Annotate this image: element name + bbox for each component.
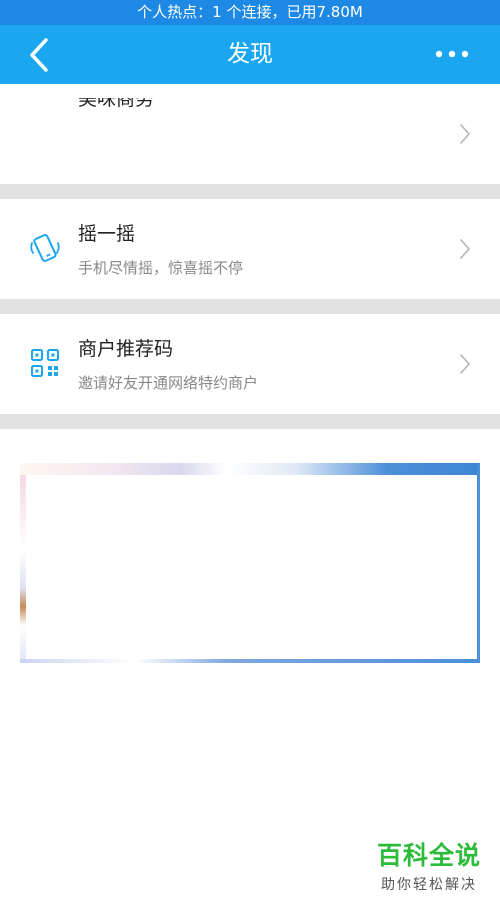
section-divider <box>0 184 500 199</box>
watermark-title: 百科全说 <box>376 841 481 870</box>
status-bar-text: 个人热点：1 个连接，已用7.80M <box>137 3 363 21</box>
chevron-right-icon <box>460 354 470 374</box>
section-divider <box>0 414 500 429</box>
chevron-right-icon <box>460 239 470 259</box>
app-header: 发现 <box>0 25 500 84</box>
list-item-subtitle: 邀请好友开通网络特约商户 <box>78 374 259 392</box>
banner-left-edge <box>20 475 26 663</box>
status-bar: 个人热点：1 个连接，已用7.80M <box>0 0 500 25</box>
discover-list: 美味商务 摇一摇 手机尽情摇，惊喜摇不停 商户推荐码 邀请好友开通网络特约商户 … <box>0 84 500 904</box>
watermark-subtitle: 助你轻松解决 <box>381 877 477 893</box>
banner-bottom-edge <box>20 659 480 663</box>
list-item-title: 美味商务 <box>78 88 155 110</box>
banner-right-edge <box>477 463 480 663</box>
shake-phone-icon <box>30 233 60 263</box>
list-item-title: 商户推荐码 <box>78 338 174 360</box>
qr-code-icon <box>31 349 59 377</box>
more-button[interactable] <box>434 43 470 65</box>
banner-top-edge <box>20 463 480 475</box>
banner-area: 百科全说 助你轻松解决 <box>0 429 500 904</box>
more-dots-icon <box>435 50 469 58</box>
section-divider <box>0 299 500 314</box>
promo-banner[interactable] <box>20 463 480 663</box>
chevron-right-icon <box>460 124 470 144</box>
watermark: 百科全说 助你轻松解决 <box>374 836 484 894</box>
list-item-partial[interactable]: 美味商务 <box>0 84 500 184</box>
list-item-title: 摇一摇 <box>78 223 136 245</box>
list-item-subtitle: 手机尽情摇，惊喜摇不停 <box>78 259 244 277</box>
list-item-shake[interactable]: 摇一摇 手机尽情摇，惊喜摇不停 <box>0 199 500 299</box>
page-title: 发现 <box>227 41 273 67</box>
list-item-merchant-code[interactable]: 商户推荐码 邀请好友开通网络特约商户 <box>0 314 500 414</box>
